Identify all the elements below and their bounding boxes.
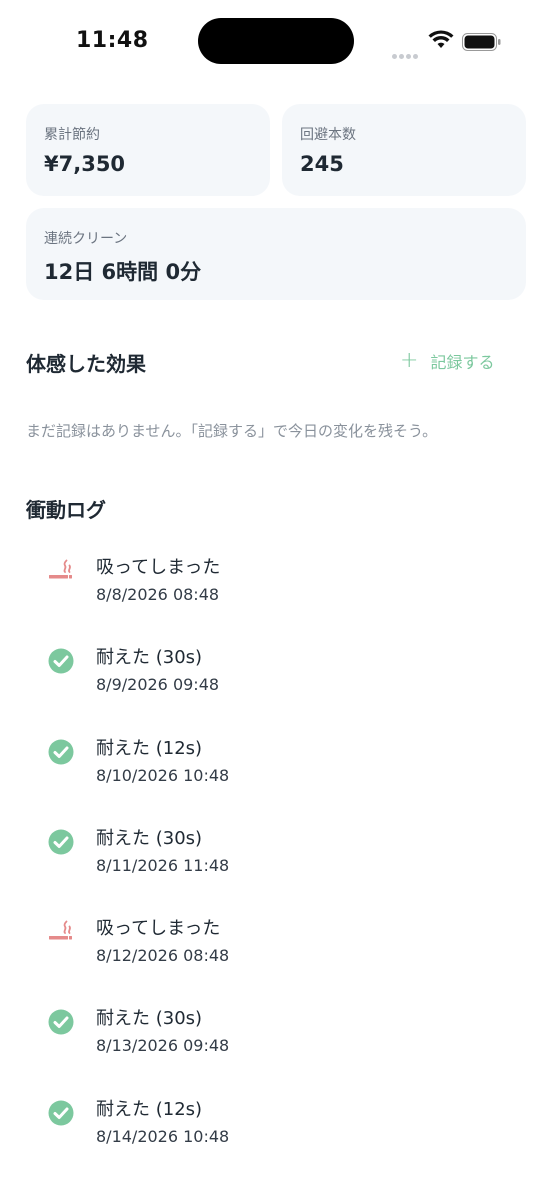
dynamic-island <box>198 18 354 64</box>
effects-empty-message: まだ記録はありません。「記録する」で今日の変化を残そう。 <box>26 422 438 440</box>
streak-label: 連続クリーン <box>44 231 128 247</box>
log-item-date: 8/8/2026 08:48 <box>96 585 220 604</box>
effects-section-title: 体感した効果 <box>26 352 146 376</box>
log-item-date: 8/10/2026 10:48 <box>96 765 230 785</box>
savings-label: 累計節約 <box>44 127 100 143</box>
check-circle-icon <box>46 737 76 767</box>
log-item: 耐えた (30s) 8/13/2026 09:48 <box>0 999 552 1089</box>
avoided-label: 回避本数 <box>300 127 356 143</box>
smoking-icon <box>46 917 76 947</box>
check-circle-icon <box>46 646 76 676</box>
record-effect-button[interactable]: + 記録する <box>400 346 494 376</box>
record-button-label: 記録する <box>430 353 495 372</box>
log-item-text: 耐えた (30s) <box>96 827 203 849</box>
log-item: 耐えた (30s) 8/11/2026 11:48 <box>0 819 552 909</box>
log-item: 吸ってしまった 8/8/2026 08:48 <box>0 548 552 638</box>
check-circle-icon <box>46 1098 76 1128</box>
impulse-log-title: 衝動ログ <box>26 498 106 522</box>
status-indicators <box>390 28 510 59</box>
savings-value: ¥7,350 <box>44 152 126 176</box>
log-item: 耐えた (30s) 8/9/2026 09:48 <box>0 638 552 728</box>
check-circle-icon <box>46 827 76 857</box>
log-item-date: 8/14/2026 10:48 <box>96 1126 230 1146</box>
status-time: 11:48 <box>76 28 149 53</box>
log-item-text: 耐えた (12s) <box>96 737 203 759</box>
log-item-date: 8/12/2026 08:48 <box>96 946 230 966</box>
impulse-log-list: 吸ってしまった 8/8/2026 08:48 耐えた (30s) 8/9/2026 0… <box>0 548 552 1180</box>
avoided-value: 245 <box>300 152 344 176</box>
streak-value: 12日 6時間 0分 <box>44 260 202 284</box>
smoking-icon <box>46 556 76 586</box>
check-circle-icon <box>46 1007 76 1037</box>
log-item: 耐えた (12s) 8/14/2026 10:48 <box>0 1090 552 1180</box>
log-item: 吸ってしまった 8/12/2026 08:48 <box>0 909 552 999</box>
streak-card: 連続クリーン 12日 6時間 0分 <box>26 208 526 300</box>
log-item-text: 吸ってしまった <box>96 918 221 940</box>
log-item: 耐えた (12s) 8/10/2026 10:48 <box>0 729 552 819</box>
avoided-card: 回避本数 245 <box>282 104 526 196</box>
wifi-icon <box>428 30 454 48</box>
log-item-date: 8/13/2026 09:48 <box>96 1036 230 1056</box>
log-item-text: 耐えた (12s) <box>96 1098 203 1120</box>
battery-icon <box>462 33 501 51</box>
plus-icon: + <box>400 348 419 373</box>
log-item-text: 耐えた (30s) <box>96 647 203 669</box>
savings-card: 累計節約 ¥7,350 <box>26 104 270 196</box>
log-item-date: 8/11/2026 11:48 <box>96 855 230 875</box>
signal-icon <box>392 44 422 59</box>
log-item-text: 耐えた (30s) <box>96 1008 203 1030</box>
log-item-text: 吸ってしまった <box>96 557 221 578</box>
log-item-date: 8/9/2026 09:48 <box>96 675 220 695</box>
status-bar: 11:48 <box>0 0 552 84</box>
